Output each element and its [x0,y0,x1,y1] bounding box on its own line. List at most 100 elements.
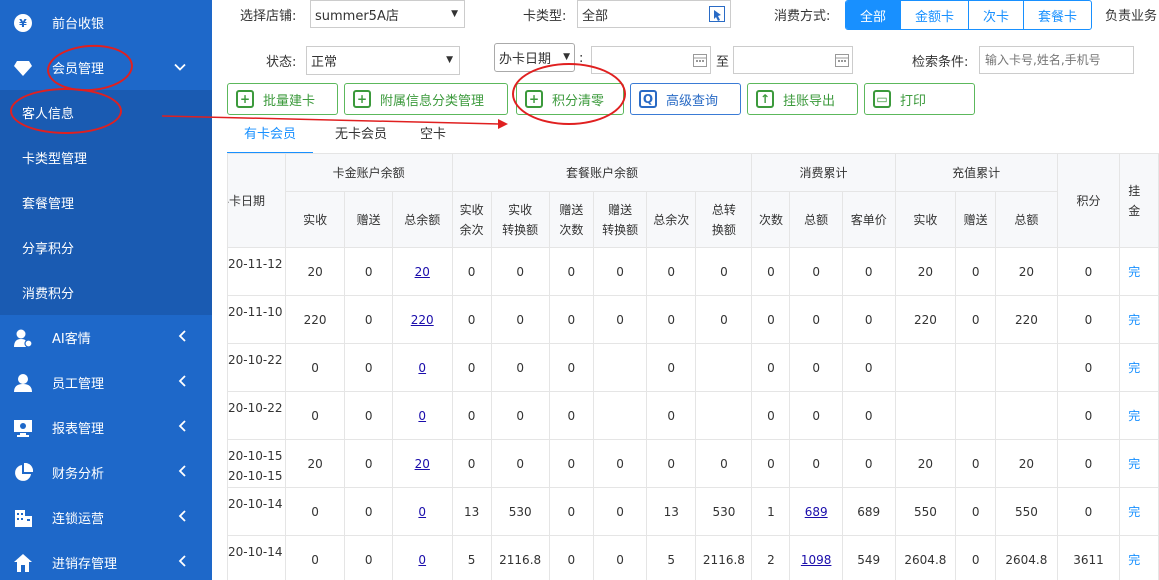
advanced-query-button[interactable]: Q 高级查询 [630,83,741,115]
cell-value: 0 [667,360,676,375]
cell-link[interactable]: 0 [418,361,426,375]
batch-create-button[interactable]: + 批量建卡 [227,83,338,115]
cell-value: 20 [307,264,323,279]
cell-c-2[interactable]: 20 [391,247,453,296]
cell-c-2[interactable]: 0 [391,535,453,580]
cell-link[interactable]: 220 [411,313,434,327]
table-row[interactable]: 20-10-14 0 0 0 5 2116.8 0 0 5 2116.8 2 1098 549 2604.… [227,535,1159,580]
tab-with-card[interactable]: 有卡会员 [227,122,313,154]
sidebar-subitem-consume-points[interactable]: 消费积分 [0,270,212,315]
cell-value: 0 [767,264,775,279]
cell-account[interactable]: 完 [1119,439,1159,488]
cell-value: 0 [467,264,476,279]
col-account-line1: 挂 [1128,183,1141,198]
sidebar-item-label: AI客情 [52,332,91,347]
cell-value: 0 [864,360,873,375]
cell-s-1[interactable]: 1098 [789,535,843,580]
cell-account[interactable]: 完 [1119,343,1159,392]
table-row[interactable]: 20-10-14 0 0 0 13 530 0 0 13 530 1 689 689 550 0 550 0 完 [227,487,1159,536]
sidebar-subitem-package[interactable]: 套餐管理 [0,180,212,225]
cell-link[interactable]: 1098 [801,553,832,567]
table-row[interactable]: 20-10-22 0 0 0 0 0 0 0 0 0 0 0 完 [227,343,1159,392]
cell-value: 689 [857,504,881,519]
sidebar-item-ai[interactable]: AI客情 [0,315,212,360]
cell-s-0: 0 [751,247,791,296]
date-to-label: 至 [716,55,730,70]
cell-link[interactable]: 689 [805,505,828,519]
sidebar-item-inventory[interactable]: 进销存管理 [0,540,212,580]
sidebar-item-finance[interactable]: 财务分析 [0,450,212,495]
cell-c-2[interactable]: 0 [391,391,453,440]
sidebar-item-label: 财务分析 [52,467,105,482]
calendar-icon [835,53,849,71]
cell-r-0: 20 [894,247,957,296]
cell-c-2[interactable]: 0 [391,487,453,536]
cell-account[interactable]: 完 [1119,535,1159,580]
cardtype-select[interactable]: 全部 [577,0,731,28]
status-label: 状态: [266,55,297,70]
cell-account[interactable]: 完 [1119,295,1159,344]
cell-r-1: 0 [955,487,997,536]
cell-value: 0 [616,552,624,567]
cell-link[interactable]: 0 [418,409,426,423]
status-select[interactable]: 正常 ▼ [306,46,460,75]
cell-value: 0 [311,552,319,567]
cell-value: 0 [364,360,373,375]
paymode-count-card[interactable]: 次卡 [968,1,1023,29]
sidebar-subitem-share-points[interactable]: 分享积分 [0,225,212,270]
cell-link[interactable]: 20 [415,265,430,279]
cell-account[interactable]: 完 [1119,391,1159,440]
table-row[interactable]: 20-11-10 220 0 220 0 0 0 0 0 0 0 0 0 220 0 220 0 完 [227,295,1159,344]
paymode-amount-card[interactable]: 金额卡 [900,1,968,29]
attr-category-label: 附属信息分类管理 [380,93,485,109]
member-table: 办卡日期 卡金账户余额 套餐账户余额 消费累计 充值累计 积分 挂金 实收赠送总… [227,153,1159,580]
start-date-input[interactable] [591,46,711,74]
export-account-button[interactable]: ↑ 挂账导出 [747,83,858,115]
sidebar-item-staff[interactable]: 员工管理 [0,360,212,405]
col-account-line2: 金 [1128,203,1141,218]
cell-c-1: 0 [344,391,393,440]
cell-value: 0 [567,408,576,423]
table-row[interactable]: 20-11-12 20 0 20 0 0 0 0 0 0 0 0 0 20 0 20 0 完 [227,247,1159,296]
cell-s-1[interactable]: 689 [789,487,843,536]
sidebar-item-cashier[interactable]: ¥ 前台收银 [0,0,212,45]
cell-value: 0 [567,264,576,279]
cell-value: 0 [364,264,373,279]
attr-category-button[interactable]: + 附属信息分类管理 [344,83,508,115]
cell-account[interactable]: 完 [1119,247,1159,296]
table-row[interactable]: 20-10-22 0 0 0 0 0 0 0 0 0 0 0 完 [227,391,1159,440]
table-row[interactable]: 20-10-15 20-10-15 20 0 20 0 0 0 0 0 0 0 0 0 20 0 20 0 完 [227,439,1159,488]
tab-no-card[interactable]: 无卡会员 [331,122,391,154]
batch-create-label: 批量建卡 [263,93,316,109]
subcol-package-4: 总余次 [646,191,697,248]
store-select[interactable]: summer5A店 ▼ [310,0,465,28]
cell-c-2[interactable]: 0 [391,343,453,392]
paymode-all[interactable]: 全部 [846,1,901,29]
cell-c-2[interactable]: 220 [391,295,453,344]
sidebar-item-chain[interactable]: 连锁运营 [0,495,212,540]
search-input[interactable] [979,46,1134,74]
print-button[interactable]: ▭ 打印 [864,83,975,115]
cell-link[interactable]: 20 [415,457,430,471]
cell-c-2[interactable]: 20 [391,439,453,488]
cell-p-1: 2116.8 [490,535,550,580]
cell-account[interactable]: 完 [1119,487,1159,536]
cell-c-0: 0 [284,343,346,392]
cell-c-0: 0 [284,535,346,580]
cardtype-label: 卡类型: [523,9,567,24]
home-icon [12,552,34,574]
date-type-value: 办卡日期 [499,52,552,67]
cell-p-0: 0 [451,247,492,296]
cell-points: 0 [1056,247,1121,296]
sidebar-subitem-card-type[interactable]: 卡类型管理 [0,135,212,180]
end-date-input[interactable] [733,46,853,74]
sidebar-item-reports[interactable]: 报表管理 [0,405,212,450]
cell-date-line1: 20-10-15 [228,449,283,463]
tab-empty-card[interactable]: 空卡 [403,122,463,154]
cell-p-3: 0 [593,439,648,488]
cell-link[interactable]: 0 [418,553,426,567]
cell-link[interactable]: 0 [418,505,426,519]
paymode-package-card[interactable]: 套餐卡 [1023,1,1091,29]
cell-value: 2604.8 [1005,552,1048,567]
cell-value: 0 [516,360,524,375]
